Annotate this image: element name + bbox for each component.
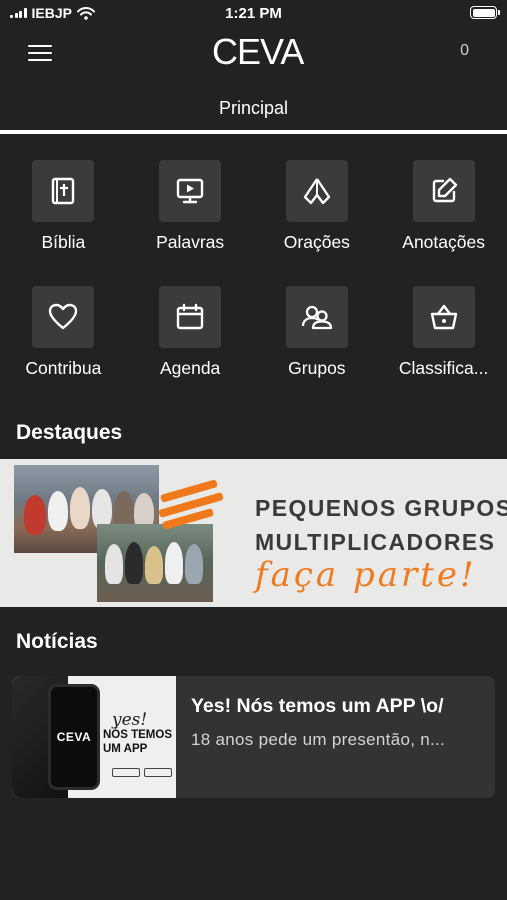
menu-label: Palavras — [156, 232, 225, 252]
menu-item-agenda[interactable]: Agenda — [127, 286, 254, 412]
praying-hands-icon — [285, 160, 348, 222]
status-bar: IEBJP 1:21 PM — [0, 0, 507, 30]
news-item-title: Yes! Nós temos um APP \o/ — [191, 695, 444, 717]
menu-item-anotacoes[interactable]: Anotações — [380, 160, 507, 286]
google-play-badge-icon — [112, 768, 140, 777]
menu-label: Grupos — [288, 358, 346, 378]
app-header: CEVA 0 Principal — [0, 30, 507, 130]
menu-label: Orações — [283, 232, 350, 252]
banner-subheadline: MULTIPLICADORES — [255, 529, 496, 555]
menu-label: Bíblia — [41, 232, 86, 252]
heart-icon — [32, 286, 95, 348]
menu-item-palavras[interactable]: Palavras — [127, 160, 254, 286]
basket-icon — [412, 286, 475, 348]
monitor-play-icon — [159, 160, 222, 222]
banner-tagline: faça parte! — [255, 555, 477, 595]
news-title: Notícias — [16, 630, 98, 653]
menu-label: Classifica... — [398, 358, 489, 378]
news-thumbnail: CEVA yes! NÓS TEMOS UM APP — [12, 676, 176, 798]
group-icon — [285, 286, 348, 348]
group-photo — [97, 524, 213, 602]
menu-item-contribua[interactable]: Contribua — [0, 286, 127, 412]
app-store-badge-icon — [144, 768, 172, 777]
menu-label: Anotações — [402, 232, 485, 252]
calendar-icon — [159, 286, 222, 348]
thumb-line: NÓS TEMOS — [103, 729, 173, 741]
menu-item-grupos[interactable]: Grupos — [254, 286, 381, 412]
status-time: 1:21 PM — [225, 5, 282, 22]
notification-counter[interactable]: 0 — [460, 42, 469, 60]
menu-grid: Bíblia Palavras Orações Anotações Contri… — [0, 160, 507, 412]
menu-label: Agenda — [159, 358, 221, 378]
phone-mockup: CEVA — [48, 684, 100, 790]
hamburger-menu-icon[interactable] — [28, 44, 52, 62]
thumb-headline: NÓS TEMOS UM APP — [103, 728, 172, 756]
thumb-logo: CEVA — [56, 730, 92, 744]
page-title: Principal — [218, 98, 289, 118]
thumb-line: UM APP — [103, 743, 148, 755]
news-item-description: 18 anos pede um presentão, n... — [191, 730, 446, 749]
menu-item-oracoes[interactable]: Orações — [254, 160, 381, 286]
menu-label: Contribua — [25, 358, 102, 378]
ceva-logo: CEVA — [212, 31, 304, 72]
header-divider — [0, 130, 507, 134]
menu-item-classificados[interactable]: Classifica... — [380, 286, 507, 412]
thumb-yes: yes! — [112, 710, 148, 730]
highlight-banner[interactable]: PEQUENOS GRUPOS MULTIPLICADORES faça par… — [0, 459, 507, 607]
edit-note-icon — [412, 160, 475, 222]
battery-icon — [470, 6, 500, 19]
logo-text: CEVA — [212, 31, 304, 72]
news-card[interactable]: CEVA yes! NÓS TEMOS UM APP Yes! Nós temo… — [12, 676, 495, 798]
menu-item-biblia[interactable]: Bíblia — [0, 160, 127, 286]
banner-headline: PEQUENOS GRUPOS — [255, 495, 507, 521]
highlights-title: Destaques — [16, 421, 123, 444]
bible-icon — [32, 160, 95, 222]
